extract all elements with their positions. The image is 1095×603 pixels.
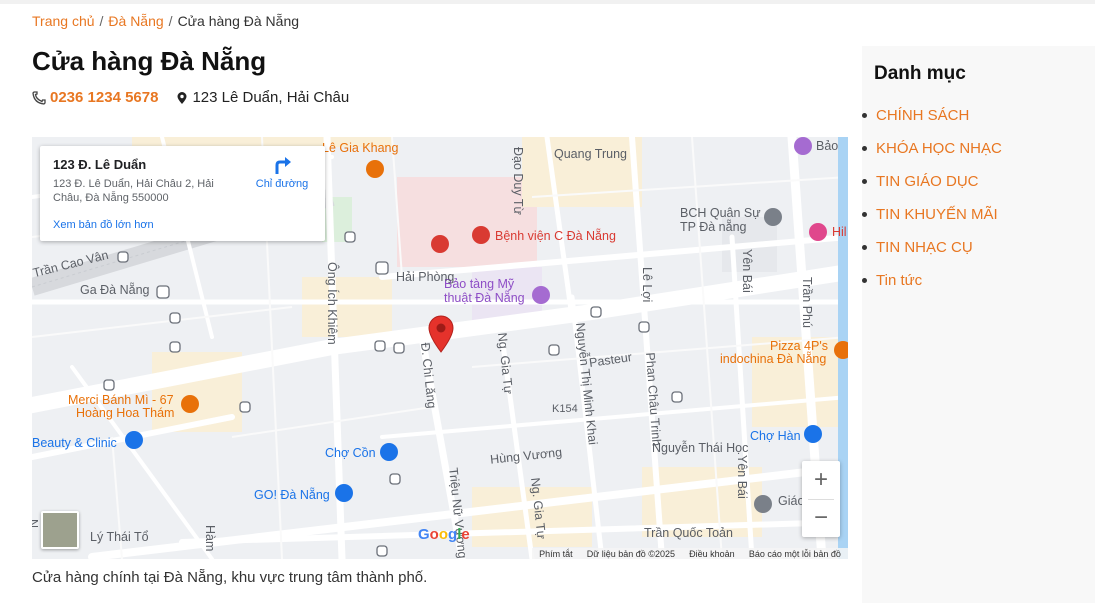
category-item: TIN GIÁO DỤC <box>862 165 1002 198</box>
directions-label: Chỉ đường <box>255 178 309 190</box>
google-logo-text: Google <box>418 526 470 543</box>
sidebar-title: Danh mục <box>874 63 966 84</box>
bullet <box>862 179 867 184</box>
zoom-controls: + − <box>802 461 840 537</box>
category-item: KHÓA HỌC NHẠC <box>862 132 1002 165</box>
place-address: 123 Đ. Lê Duẩn, Hải Châu 2, Hải Châu, Đà… <box>53 178 214 204</box>
map-marker-icon[interactable] <box>428 315 454 358</box>
view-larger-map-link[interactable]: Xem bản đồ lớn hơn <box>53 219 154 231</box>
place-title: 123 Đ. Lê Duẩn <box>53 157 147 172</box>
zoom-in-button[interactable]: + <box>802 461 840 499</box>
satellite-toggle-button[interactable] <box>41 511 79 549</box>
breadcrumb-city[interactable]: Đà Nẵng <box>108 13 163 29</box>
category-item: CHÍNH SÁCH <box>862 99 1002 132</box>
category-item: TIN KHUYẾN MÃI <box>862 198 1002 231</box>
sidebar: Danh mục CHÍNH SÁCH KHÓA HỌC NHẠC TIN GI… <box>862 46 1095 603</box>
category-link-tin-tuc[interactable]: Tin tức <box>876 272 922 289</box>
breadcrumb-separator: / <box>168 13 173 29</box>
store-address: 123 Lê Duẩn, Hải Châu <box>192 89 350 106</box>
category-link-tin-nhac-cu[interactable]: TIN NHẠC CỤ <box>876 239 973 256</box>
breadcrumb-separator: / <box>99 13 104 29</box>
map-footer: Phím tắt Dữ liệu bản đồ ©2025 Điều khoản… <box>532 548 848 559</box>
bullet <box>862 212 867 217</box>
terms-link[interactable]: Điều khoản <box>689 549 735 559</box>
report-error-link[interactable]: Báo cáo một lỗi bản đồ <box>749 549 841 559</box>
store-description: Cửa hàng chính tại Đà Nẵng, khu vực trun… <box>32 569 428 586</box>
bullet <box>862 278 867 283</box>
page-title: Cửa hàng Đà Nẵng <box>32 46 267 76</box>
breadcrumb: Trang chủ / Đà Nẵng / Cửa hàng Đà Nẵng <box>32 13 299 29</box>
directions-icon <box>252 154 312 178</box>
category-link-tin-giao-duc[interactable]: TIN GIÁO DỤC <box>876 173 979 190</box>
category-item: TIN NHẠC CỤ <box>862 231 1002 264</box>
phone-icon <box>32 90 46 105</box>
store-contact: 0236 1234 5678 123 Lê Duẩn, Hải Châu <box>32 89 349 106</box>
map-data-attribution: Dữ liệu bản đồ ©2025 <box>586 548 675 559</box>
phone-link[interactable]: 0236 1234 5678 <box>50 89 158 106</box>
zoom-out-button[interactable]: − <box>802 499 840 537</box>
bullet <box>862 113 867 118</box>
breadcrumb-home[interactable]: Trang chủ <box>32 13 95 29</box>
category-item: Tin tức <box>862 264 1002 297</box>
category-link-khoa-hoc-nhac[interactable]: KHÓA HỌC NHẠC <box>876 140 1002 157</box>
breadcrumb-current: Cửa hàng Đà Nẵng <box>177 13 300 29</box>
google-logo: Google <box>418 526 470 543</box>
location-pin-icon <box>176 91 188 105</box>
top-bar <box>0 0 1095 4</box>
category-link-tin-khuyen-mai[interactable]: TIN KHUYẾN MÃI <box>876 206 998 223</box>
category-link-chinh-sach[interactable]: CHÍNH SÁCH <box>876 107 969 124</box>
bullet <box>862 245 867 250</box>
place-info-card: 123 Đ. Lê Duẩn 123 Đ. Lê Duẩn, Hải Châu … <box>40 146 325 241</box>
category-list: CHÍNH SÁCH KHÓA HỌC NHẠC TIN GIÁO DỤC TI… <box>862 99 1002 297</box>
keyboard-shortcuts-link[interactable]: Phím tắt <box>539 549 573 559</box>
google-map[interactable]: Quang Trung Lê Gia Khang Đạo Duy Từ Bệnh… <box>32 137 848 559</box>
directions-button[interactable]: Chỉ đường <box>252 154 312 190</box>
bullet <box>862 146 867 151</box>
